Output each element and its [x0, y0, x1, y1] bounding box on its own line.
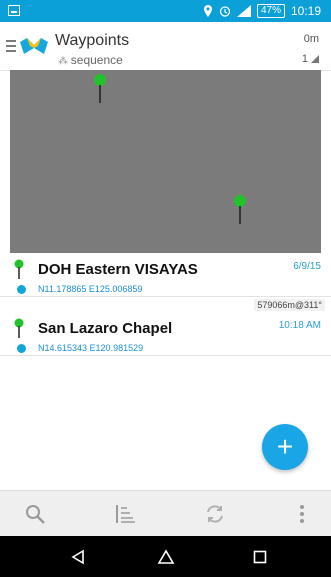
waypoint-count-value: 1	[301, 53, 308, 65]
page-title: Waypoints	[55, 32, 130, 49]
waypoint-dot-icon	[17, 285, 26, 294]
recents-icon	[253, 550, 267, 563]
waypoint-name: San Lazaro Chapel	[38, 320, 173, 337]
app-logo-icon[interactable]	[18, 36, 50, 56]
alarm-icon	[219, 6, 231, 17]
search-button[interactable]	[5, 491, 65, 537]
map-pin-icon[interactable]	[233, 194, 247, 224]
status-bar: 47% 10:19	[0, 0, 331, 22]
waypoint-coords: N14.615343 E120.981529	[38, 343, 144, 353]
map-pin-icon[interactable]	[93, 73, 107, 103]
dropdown-corner-icon	[311, 55, 319, 63]
waypoint-dot-icon	[17, 344, 26, 353]
map-view[interactable]	[10, 70, 321, 253]
system-nav-bar	[0, 536, 331, 577]
back-icon	[71, 549, 84, 564]
status-time: 10:19	[290, 4, 321, 18]
refresh-button[interactable]	[185, 491, 245, 537]
more-vert-icon	[300, 505, 304, 523]
waypoint-count: 1	[302, 53, 319, 65]
home-button[interactable]	[136, 536, 196, 577]
waypoint-pin-icon	[14, 259, 24, 279]
list-item[interactable]: DOH Eastern VISAYAS N11.178865 E125.0068…	[0, 254, 331, 297]
add-waypoint-button[interactable]: +	[262, 424, 308, 470]
back-button[interactable]	[48, 536, 108, 577]
waypoint-name: DOH Eastern VISAYAS	[38, 261, 198, 278]
sort-list-icon	[116, 505, 135, 523]
location-icon	[203, 5, 212, 17]
waypoint-date: 6/9/15	[293, 261, 321, 272]
signal-icon	[236, 5, 251, 17]
segment-info: 579066m@311°	[0, 297, 331, 313]
waypoint-list: DOH Eastern VISAYAS N11.178865 E125.0068…	[0, 254, 331, 356]
search-icon	[26, 505, 45, 524]
drawer-menu-icon[interactable]	[6, 40, 16, 54]
total-distance: 0m	[303, 33, 319, 45]
battery-indicator: 47%	[256, 4, 285, 18]
waypoint-coords: N11.178865 E125.006859	[38, 284, 143, 294]
recents-button[interactable]	[230, 536, 290, 577]
waypoint-time: 10:18 AM	[278, 320, 321, 331]
refresh-icon	[207, 505, 223, 523]
sort-button[interactable]	[95, 491, 155, 537]
home-icon	[157, 548, 175, 564]
status-icons: 47% 10:19	[203, 0, 321, 22]
overflow-menu-button[interactable]	[272, 491, 331, 537]
waypoint-pin-icon	[14, 318, 24, 338]
sort-mode-label: sequence	[70, 53, 123, 67]
segment-distance-bearing: 579066m@311°	[254, 299, 325, 311]
app-header: Waypoints ⁂ sequence 0m 1	[0, 22, 331, 71]
sort-icon: ⁂	[58, 56, 71, 67]
notification-image-icon	[8, 5, 20, 16]
list-item[interactable]: San Lazaro Chapel N14.615343 E120.981529…	[0, 313, 331, 356]
bottom-toolbar	[0, 490, 331, 537]
sort-mode[interactable]: ⁂ sequence	[58, 53, 123, 67]
